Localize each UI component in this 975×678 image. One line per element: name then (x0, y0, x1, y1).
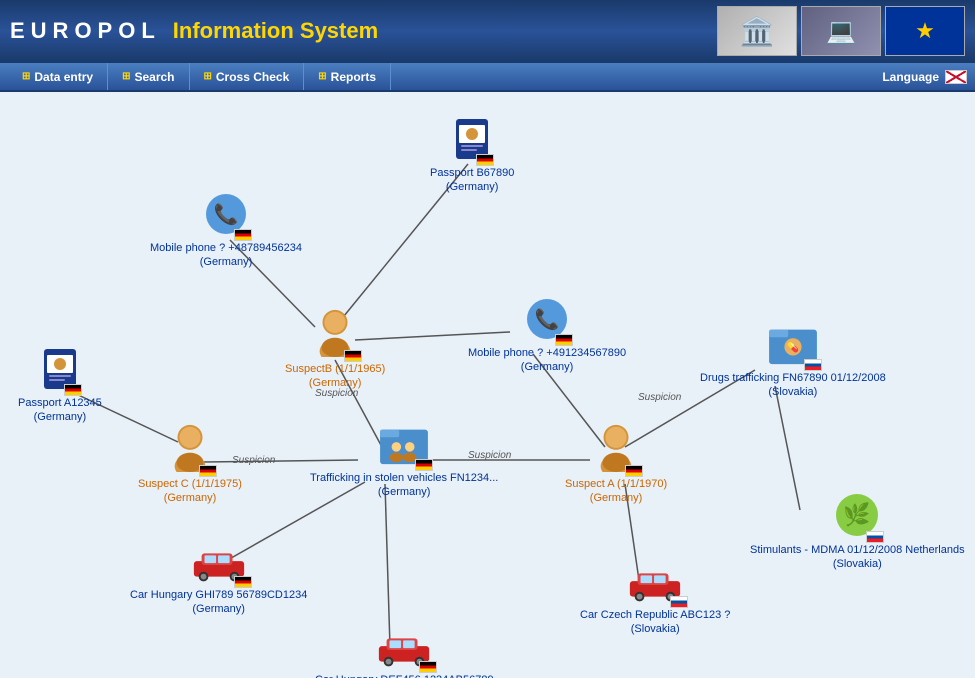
header-img-eu: ★ (885, 6, 965, 56)
app-title: Information System (173, 18, 378, 44)
header-images: 🏛️ 💻 ★ (717, 6, 965, 56)
language-label: Language (882, 70, 939, 84)
node-suspect-c[interactable]: Suspect C (1/1/1975)(Germany) (138, 422, 242, 506)
drugs-sk-label: Drugs trafficking FN67890 01/12/2008(Slo… (700, 371, 886, 400)
node-phone-de2[interactable]: 📞 Mobile phone ? +491234567890(Germany) (468, 297, 626, 375)
car-hu2-flag (419, 661, 437, 673)
nav-label-cross-check: Cross Check (216, 70, 289, 84)
suspect-a-flag (625, 465, 643, 477)
node-car-hu2[interactable]: Car Hungary DEF456 1234AB56789(Germany) (315, 632, 494, 678)
suspect-b-label: SuspectB (1/1/1965)(Germany) (285, 362, 385, 391)
trafficking-label: Trafficking in stolen vehicles FN1234...… (310, 471, 498, 500)
node-drugs-sk[interactable]: 💊 Drugs trafficking FN67890 01/12/2008(S… (700, 322, 886, 400)
trafficking-flag (415, 459, 433, 471)
suspect-c-label: Suspect C (1/1/1975)(Germany) (138, 477, 242, 506)
node-passport-b[interactable]: Passport B67890(Germany) (430, 117, 514, 195)
node-suspect-a[interactable]: Suspect A (1/1/1970)(Germany) (565, 422, 667, 506)
stimulants-label: Stimulants - MDMA 01/12/2008 Netherlands… (750, 543, 965, 572)
car-cz-flag (670, 596, 688, 608)
node-phone-de1[interactable]: 📞 Mobile phone ? +48789456234(Germany) (150, 192, 302, 270)
node-trafficking[interactable]: Trafficking in stolen vehicles FN1234...… (310, 422, 498, 500)
node-car-cz[interactable]: Car Czech Republic ABC123 ?(Slovakia) (580, 567, 730, 637)
passport-b-label: Passport B67890(Germany) (430, 166, 514, 195)
svg-text:💊: 💊 (787, 342, 799, 354)
nav-label-data-entry: Data entry (34, 70, 93, 84)
language-button[interactable]: Language (882, 70, 967, 84)
car-hu1-label: Car Hungary GHI789 56789CD1234(Germany) (130, 588, 307, 617)
node-car-hu1[interactable]: Car Hungary GHI789 56789CD1234(Germany) (130, 547, 307, 617)
svg-text:🌿: 🌿 (844, 502, 871, 527)
suspect-b-flag (344, 350, 362, 362)
nav-search[interactable]: ⊞ Search (108, 63, 189, 90)
node-suspect-b[interactable]: SuspectB (1/1/1965)(Germany) (285, 307, 385, 391)
nav-cross-check[interactable]: ⊞ Cross Check (190, 63, 305, 90)
svg-text:📞: 📞 (535, 306, 560, 331)
nav-icon-reports: ⊞ (318, 71, 326, 82)
svg-text:📞: 📞 (214, 201, 239, 226)
header-img-building: 🏛️ (717, 6, 797, 56)
nav-icon-cross-check: ⊞ (204, 71, 212, 82)
header: EUROPOL Information System 🏛️ 💻 ★ (0, 0, 975, 62)
nav-label-search: Search (134, 70, 174, 84)
phone-de1-flag (234, 229, 252, 241)
drugs-sk-flag (804, 359, 822, 371)
europol-logo: EUROPOL (10, 18, 161, 44)
phone-de2-flag (555, 334, 573, 346)
phone-de1-label: Mobile phone ? +48789456234(Germany) (150, 241, 302, 270)
nav-label-reports: Reports (331, 70, 376, 84)
node-passport-a[interactable]: Passport A12345(Germany) (18, 347, 102, 425)
suspect-a-label: Suspect A (1/1/1970)(Germany) (565, 477, 667, 506)
car-hu2-label: Car Hungary DEF456 1234AB56789(Germany) (315, 673, 494, 678)
node-stimulants[interactable]: 🌿 Stimulants - MDMA 01/12/2008 Netherlan… (750, 492, 965, 572)
uk-flag-icon (945, 70, 967, 84)
car-hu1-flag (234, 576, 252, 588)
nav-icon-search: ⊞ (122, 71, 130, 82)
passport-a-flag (64, 384, 82, 396)
suspicion-label-a-drugs: Suspicion (638, 392, 681, 403)
nav-data-entry[interactable]: ⊞ Data entry (8, 63, 108, 90)
graph-canvas: Suspicion Suspicion Suspicion Suspicion … (0, 92, 975, 678)
header-img-tech: 💻 (801, 6, 881, 56)
car-cz-label: Car Czech Republic ABC123 ?(Slovakia) (580, 608, 730, 637)
stimulants-flag (866, 531, 884, 543)
navbar: ⊞ Data entry ⊞ Search ⊞ Cross Check ⊞ Re… (0, 62, 975, 92)
suspect-c-flag (199, 465, 217, 477)
nav-icon-data-entry: ⊞ (22, 71, 30, 82)
passport-b-flag (476, 154, 494, 166)
nav-reports[interactable]: ⊞ Reports (304, 63, 391, 90)
passport-a-label: Passport A12345(Germany) (18, 396, 102, 425)
phone-de2-label: Mobile phone ? +491234567890(Germany) (468, 346, 626, 375)
